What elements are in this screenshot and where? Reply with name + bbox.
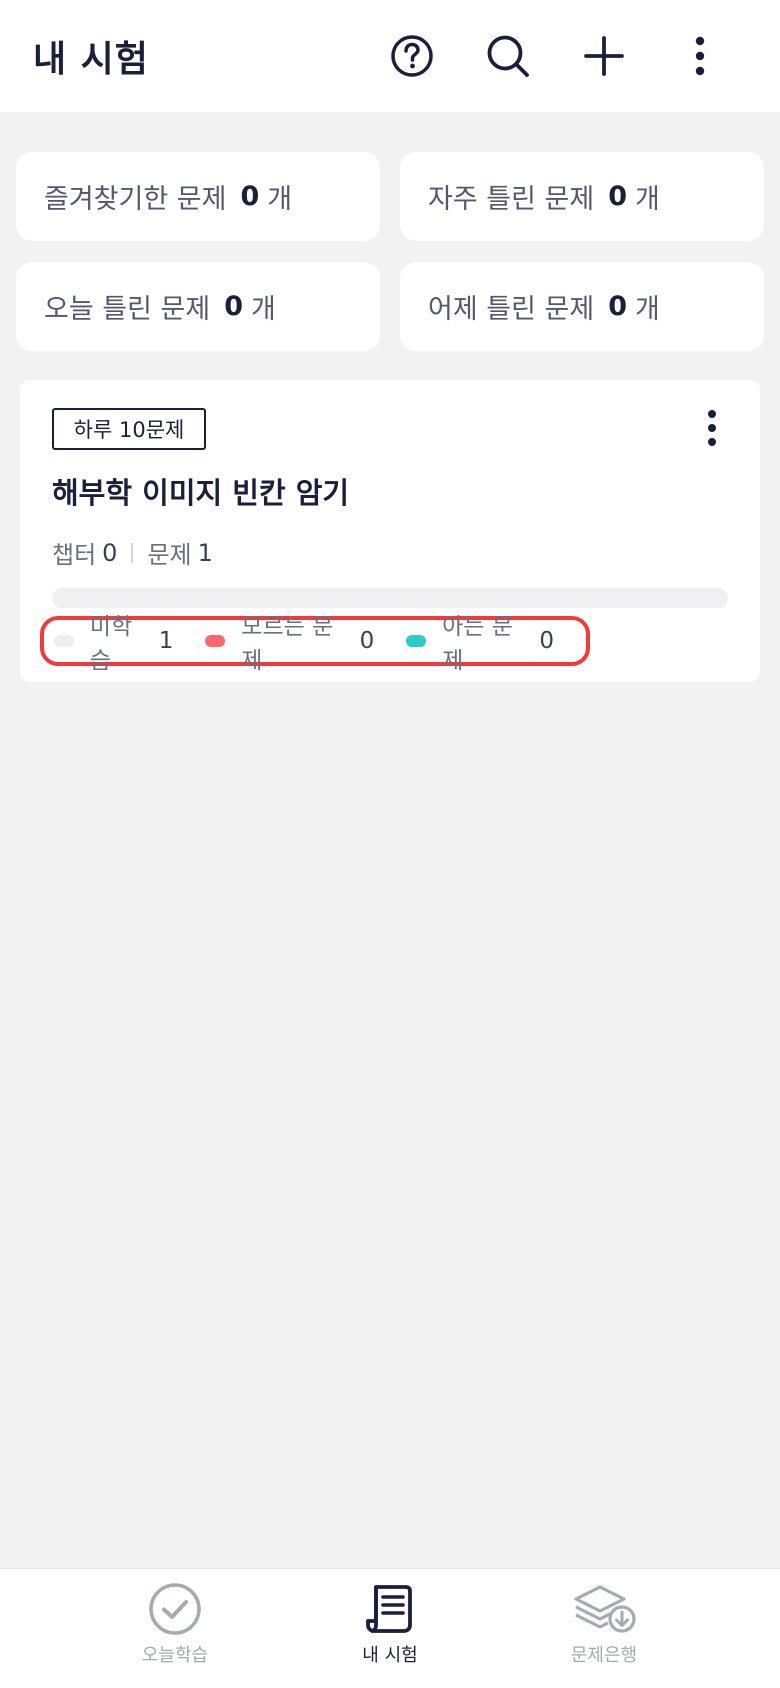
stat-unit: 개 (267, 184, 293, 215)
stat-label: 어제 틀린 문제 (428, 294, 595, 325)
legend-known: 아는 문제 0 (406, 607, 554, 675)
nav-label: 오늘학습 (141, 1645, 209, 1666)
stat-unit: 개 (251, 294, 276, 325)
scroll-icon (366, 1585, 412, 1633)
page-title: 내 시험 (33, 39, 149, 80)
legend-count: 1 (158, 628, 174, 654)
stat-label: 오늘 틀린 문제 (44, 294, 211, 325)
daily-goal-badge: 하루 10문제 (52, 408, 206, 450)
stat-favorite-questions[interactable]: 즐겨찾기한 문제 0 개 (16, 152, 380, 241)
meta-divider (131, 542, 134, 563)
nav-question-bank[interactable]: 문제은행 (529, 1581, 679, 1681)
add-button[interactable] (574, 26, 634, 86)
nav-today-study[interactable]: 오늘학습 (100, 1581, 250, 1681)
legend-count: 0 (539, 628, 554, 654)
stat-frequently-wrong[interactable]: 자주 틀린 문제 0 개 (400, 152, 764, 241)
help-button[interactable] (382, 26, 442, 86)
exam-meta: 챕터 0 문제 1 (52, 535, 213, 570)
question-count: 1 (197, 538, 213, 567)
nav-label: 내 시험 (362, 1645, 418, 1666)
stat-yesterday-wrong[interactable]: 어제 틀린 문제 0 개 (400, 262, 764, 351)
stat-count: 0 (240, 181, 260, 212)
legend-label: 아는 문제 (442, 614, 513, 674)
chapter-label: 챕터 (52, 541, 97, 569)
legend-unstudied: 미학습 1 (54, 607, 173, 675)
progress-bar (52, 588, 728, 608)
legend-unknown: 모르는 문제 0 (205, 607, 374, 675)
legend-highlight: 미학습 1 모르는 문제 0 아는 문제 0 (40, 614, 590, 674)
stat-count: 0 (608, 291, 628, 322)
stat-unit: 개 (635, 184, 660, 215)
stat-label: 자주 틀린 문제 (428, 184, 595, 215)
legend-count: 0 (359, 628, 375, 654)
nav-label: 문제은행 (570, 1645, 638, 1666)
exam-title: 해부학 이미지 빈칸 암기 (52, 476, 350, 510)
search-icon (487, 35, 529, 77)
stat-count: 0 (608, 181, 628, 212)
bottom-navigation: 오늘학습 내 시험 문제은행 (0, 1568, 780, 1688)
more-options-button[interactable] (670, 26, 730, 86)
legend-label: 미학습 (89, 614, 133, 674)
legend-dot-unstudied (54, 635, 74, 647)
legend-dot-unknown (205, 635, 226, 647)
exam-card[interactable]: 하루 10문제 해부학 이미지 빈칸 암기 챕터 0 문제 1 미학습 1 모르… (20, 380, 760, 682)
nav-my-exams[interactable]: 내 시험 (315, 1581, 465, 1681)
question-label: 문제 (147, 541, 192, 569)
legend-dot-known (406, 635, 427, 647)
stat-label: 즐겨찾기한 문제 (44, 184, 227, 215)
stat-unit: 개 (635, 294, 660, 325)
chapter-count: 0 (102, 538, 118, 567)
exam-card-menu-button[interactable] (692, 406, 732, 450)
search-button[interactable] (478, 26, 538, 86)
help-icon (391, 35, 433, 77)
more-vertical-icon (708, 410, 716, 446)
app-root: 내 시험 즐겨찾기한 문제 0 개 자주 틀린 문제 0 개 오늘 틀린 문제 … (0, 0, 780, 1688)
layers-download-icon (574, 1585, 636, 1633)
check-circle-icon (149, 1583, 201, 1635)
stat-today-wrong[interactable]: 오늘 틀린 문제 0 개 (16, 262, 380, 351)
top-app-bar: 내 시험 (0, 0, 780, 112)
legend-label: 모르는 문제 (241, 614, 334, 674)
plus-icon (584, 36, 624, 76)
more-vertical-icon (695, 36, 705, 76)
stat-count: 0 (224, 291, 244, 322)
